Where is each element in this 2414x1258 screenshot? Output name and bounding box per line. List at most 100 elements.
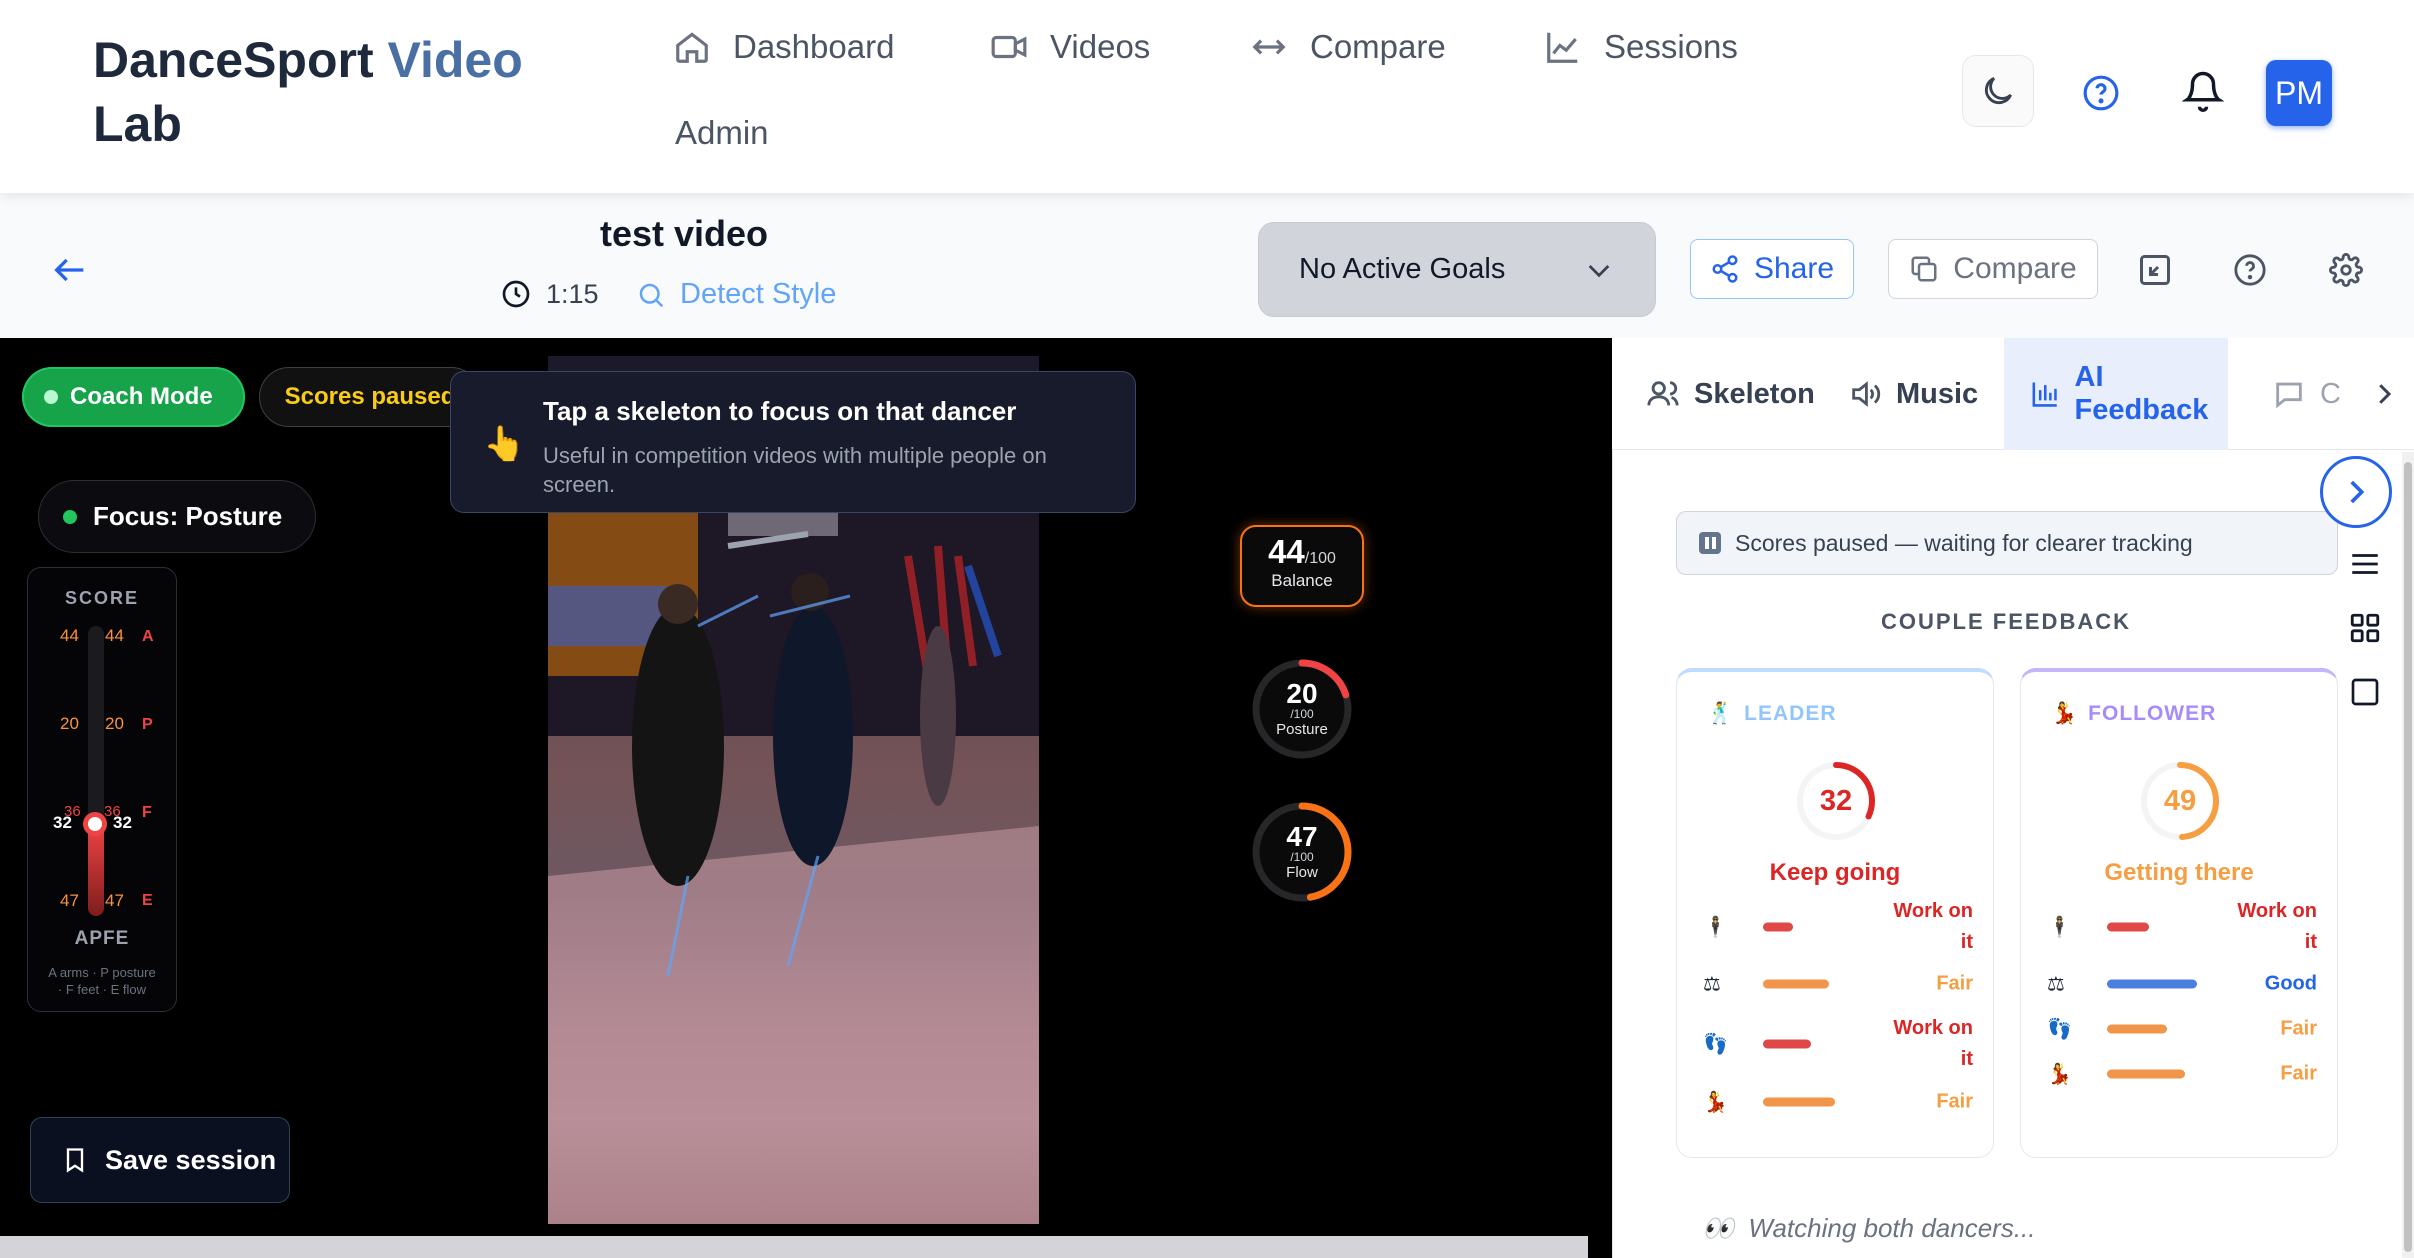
apfe-title: APFE	[74, 928, 130, 949]
score-fill	[88, 823, 104, 916]
follower-feedback-label: Fair	[2280, 1014, 2317, 1045]
balance-metric: 44/100 Balance	[1240, 525, 1364, 607]
info-button[interactable]	[2230, 250, 2270, 290]
scrollbar-thumb[interactable]	[2404, 462, 2412, 1252]
leader-feedback-row: ⚖ Fair	[1703, 954, 1973, 1014]
follower-feedback-label-line1: Fair	[2280, 1062, 2317, 1085]
follower-card: 💃 FOLLOWER 49 Getting there 🕴 Work on it ⚖ G…	[2020, 668, 2338, 1158]
brand-logo[interactable]: DanceSport Video Lab	[93, 28, 533, 156]
panel-divider[interactable]	[1588, 338, 1612, 1258]
brand-name: DanceSport	[93, 32, 374, 88]
panel-expand-button[interactable]	[2320, 456, 2392, 528]
score-a-left: 44	[60, 626, 79, 645]
goals-selected: No Active Goals	[1299, 253, 1506, 285]
leader-role: 🕺 LEADER	[1707, 702, 1837, 726]
help-circle-icon	[2234, 254, 2266, 286]
posture-value: 20	[1286, 678, 1318, 709]
score-slider-knob[interactable]	[83, 812, 107, 836]
nav-sessions-label: Sessions	[1604, 28, 1738, 65]
avatar[interactable]: PM	[2266, 60, 2332, 126]
nav-dashboard-label: Dashboard	[733, 28, 895, 65]
theme-toggle-button[interactable]	[1962, 55, 2034, 127]
leader-feedback-row: 💃 Fair	[1703, 1072, 1973, 1132]
goals-dropdown[interactable]: No Active Goals	[1258, 222, 1656, 317]
chevron-right-icon	[2379, 384, 2392, 404]
scores-paused-badge: Scores paused	[259, 367, 481, 427]
nav-compare[interactable]: Compare	[1250, 28, 1446, 66]
score-e-letter: E	[142, 892, 153, 909]
follower-feedback-label-line1: Work on	[2237, 900, 2317, 922]
help-button[interactable]	[2080, 72, 2122, 114]
leader-score-gauge: 32	[1786, 751, 1886, 851]
focus-posture-chip[interactable]: Focus: Posture	[38, 480, 316, 553]
leader-score: 32	[1819, 784, 1853, 817]
tab-skeleton[interactable]: Skeleton	[1646, 338, 1815, 450]
balance-value: 44	[1268, 533, 1305, 570]
square-icon	[2351, 678, 2379, 706]
menu-icon	[2352, 554, 2378, 574]
nav-dashboard[interactable]: Dashboard	[673, 28, 894, 66]
tab-chat-label: C	[2320, 377, 2341, 410]
leader-feedback-label-line1: Work on	[1893, 1017, 1973, 1039]
follower-feedback-bar	[2107, 979, 2197, 989]
compare-label: Compare	[1953, 252, 2077, 285]
coach-mode-toggle[interactable]: Coach Mode	[22, 367, 245, 427]
follower-feedback-row: 💃 Fair	[2047, 1044, 2317, 1104]
follower-feedback-label: Good	[2265, 969, 2317, 1000]
grid-view-button[interactable]	[2340, 604, 2390, 652]
score-e-left: 47	[60, 891, 79, 910]
nav-videos[interactable]: Videos	[990, 28, 1150, 66]
leader-feedback-label: Work on it	[1893, 1013, 1973, 1075]
apfe-score-panel: SCORE 44 44 A 20 20 P 36 36 F 32 32 47 4…	[27, 567, 177, 1012]
video-horizontal-scrollbar[interactable]	[0, 1236, 1588, 1258]
back-button[interactable]	[48, 248, 92, 292]
detect-style-label: Detect Style	[680, 278, 837, 310]
detect-style-button[interactable]: Detect Style	[636, 278, 836, 311]
video-duration: 1:15	[500, 278, 599, 310]
follower-status: Getting there	[2104, 859, 2254, 886]
chevron-right-icon	[2350, 480, 2365, 504]
score-current-right: 32	[113, 813, 132, 832]
single-view-button[interactable]	[2340, 668, 2390, 716]
search-icon	[639, 283, 664, 307]
leader-feedback-row: 👣 Work on it	[1703, 1014, 1973, 1074]
score-a-letter: A	[142, 628, 154, 645]
follower-feedback-row: 🕴 Work on it	[2047, 897, 2317, 957]
share-button[interactable]: Share	[1690, 239, 1854, 299]
leader-feedback-row-icon: 👣	[1703, 1033, 1728, 1056]
nav-admin[interactable]: Admin	[675, 114, 769, 152]
posture-label: Posture	[1276, 721, 1328, 738]
flow-max: /100	[1290, 850, 1314, 864]
tab-ai-feedback-label: AI Feedback	[2074, 361, 2209, 426]
follower-feedback-row-icon: 💃	[2047, 1063, 2072, 1086]
leader-feedback-row: 🕴 Work on it	[1703, 897, 1973, 957]
eyes-icon: 👀	[1702, 1213, 1735, 1243]
settings-button[interactable]	[2326, 250, 2366, 290]
nav-sessions[interactable]: Sessions	[1544, 28, 1738, 66]
brand-line2: Lab	[93, 96, 182, 152]
leader-feedback-row-icon: 🕴	[1703, 916, 1728, 939]
save-session-button[interactable]: Save session	[30, 1117, 290, 1203]
apfe-legend-line1: A arms · P posture	[48, 965, 156, 980]
panel-vertical-scrollbar[interactable]	[2402, 452, 2414, 1258]
chat-icon	[2276, 382, 2302, 409]
follower-role-label: FOLLOWER	[2088, 702, 2217, 725]
compare-button[interactable]: Compare	[1888, 239, 2098, 299]
leader-feedback-row-icon: ⚖	[1703, 973, 1721, 996]
tab-music[interactable]: Music	[1848, 338, 1978, 450]
notifications-button[interactable]	[2180, 68, 2226, 114]
tab-chat[interactable]: C	[2272, 338, 2341, 450]
tab-ai-feedback[interactable]: AI Feedback	[2004, 338, 2228, 450]
tabs-scroll-right-button[interactable]	[2364, 372, 2404, 416]
leader-feedback-bar	[1763, 922, 1793, 932]
popout-button[interactable]	[2135, 250, 2175, 290]
leader-feedback-label: Work on it	[1893, 896, 1973, 958]
video-title: test video	[600, 213, 769, 254]
home-icon	[676, 32, 708, 63]
apfe-legend-line2: · F feet · E flow	[57, 982, 147, 997]
follower-dancer-icon: 💃	[2051, 702, 2079, 725]
share-label: Share	[1753, 252, 1835, 285]
list-view-button[interactable]	[2340, 542, 2390, 586]
posture-max: /100	[1290, 707, 1314, 721]
leader-feedback-label: Fair	[1936, 969, 1973, 1000]
